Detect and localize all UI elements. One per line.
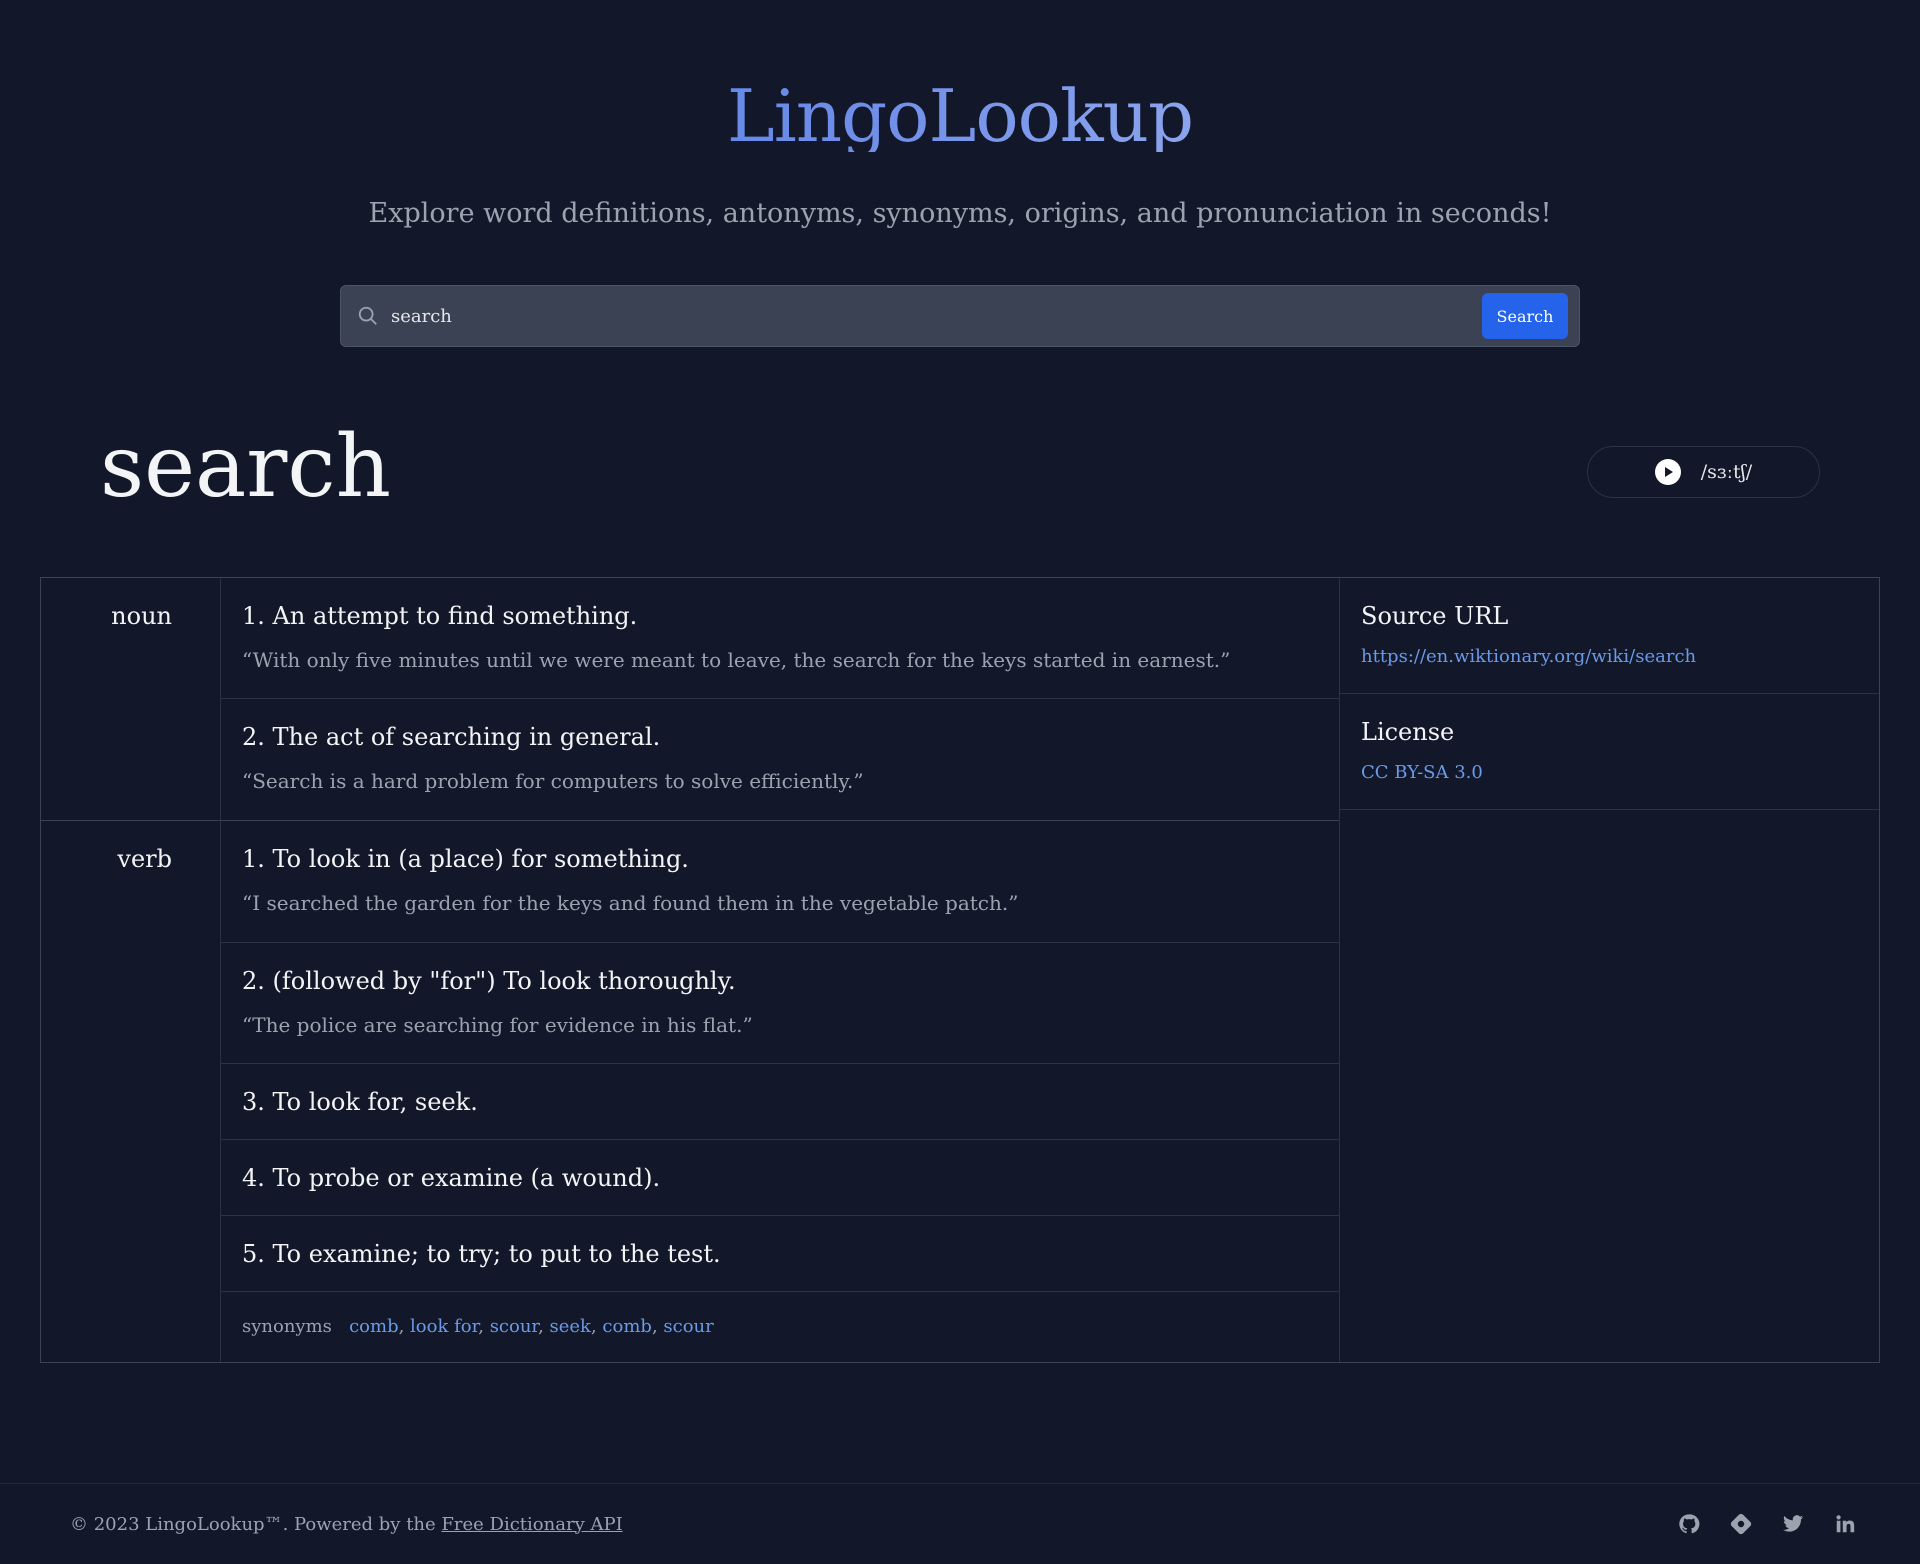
header: LingoLookup Explore word definitions, an… bbox=[0, 0, 1920, 229]
definition-text: 1. An attempt to find something. bbox=[242, 602, 638, 630]
pronunciation-button[interactable]: /sɜːtʃ/ bbox=[1587, 446, 1820, 498]
source-sidebar: Source URL https://en.wiktionary.org/wik… bbox=[1339, 578, 1879, 1362]
definition-row: 2. (followed by "for") To look thoroughl… bbox=[221, 943, 1339, 1064]
search-button[interactable]: Search bbox=[1482, 293, 1568, 339]
definition-row: 3. To look for, seek. bbox=[221, 1064, 1339, 1140]
definition-text: 4. To probe or examine (a wound). bbox=[242, 1164, 661, 1192]
definition-text: 2. (followed by "for") To look thoroughl… bbox=[242, 967, 736, 995]
word-title: search bbox=[100, 417, 391, 517]
source-block: Source URL https://en.wiktionary.org/wik… bbox=[1340, 578, 1879, 694]
synonym-link[interactable]: scour bbox=[490, 1316, 538, 1337]
search-bar: Search bbox=[340, 285, 1580, 347]
source-title: Source URL bbox=[1361, 602, 1509, 630]
footer: © 2023 LingoLookup™. Powered by the Free… bbox=[0, 1483, 1920, 1564]
definitions-panel: noun 1. An attempt to find something. “W… bbox=[40, 577, 1880, 1363]
definition-text: 5. To examine; to try; to put to the tes… bbox=[242, 1240, 721, 1268]
definition-text: 2. The act of searching in general. bbox=[242, 723, 661, 751]
license-title: License bbox=[1361, 718, 1455, 746]
synonym-link[interactable]: scour bbox=[663, 1316, 713, 1337]
part-of-speech: noun bbox=[111, 602, 172, 630]
twitter-icon[interactable] bbox=[1782, 1513, 1804, 1535]
social-links bbox=[1678, 1513, 1856, 1535]
synonym-link[interactable]: comb bbox=[602, 1316, 652, 1337]
pos-cell-noun: noun bbox=[41, 578, 221, 821]
noun-definitions: 1. An attempt to find something. “With o… bbox=[221, 578, 1339, 821]
verb-definitions: 1. To look in (a place) for something. “… bbox=[221, 821, 1339, 1362]
copyright: © 2023 LingoLookup™. Powered by the bbox=[70, 1513, 436, 1535]
license-block: License CC BY-SA 3.0 bbox=[1340, 694, 1879, 810]
definition-example: “The police are searching for evidence i… bbox=[242, 1013, 753, 1037]
source-url-link[interactable]: https://en.wiktionary.org/wiki/search bbox=[1361, 646, 1858, 667]
definition-example: “With only five minutes until we were me… bbox=[242, 648, 1231, 672]
app-logo[interactable]: LingoLookup bbox=[0, 80, 1920, 152]
synonyms-row: synonyms comb, look for, scour, seek, co… bbox=[242, 1316, 714, 1337]
footer-text: © 2023 LingoLookup™. Powered by the Free… bbox=[70, 1514, 623, 1535]
api-link[interactable]: Free Dictionary API bbox=[441, 1514, 622, 1535]
hashnode-icon[interactable] bbox=[1730, 1513, 1752, 1535]
search-icon bbox=[358, 306, 377, 325]
definition-text: 1. To look in (a place) for something. bbox=[242, 845, 689, 873]
definition-row: 1. To look in (a place) for something. “… bbox=[221, 821, 1339, 943]
license-link[interactable]: CC BY-SA 3.0 bbox=[1361, 762, 1858, 783]
play-icon[interactable] bbox=[1654, 459, 1681, 485]
definition-row: 5. To examine; to try; to put to the tes… bbox=[221, 1216, 1339, 1292]
synonym-link[interactable]: comb bbox=[349, 1316, 399, 1337]
tagline: Explore word definitions, antonyms, syno… bbox=[368, 198, 1552, 229]
pos-cell-verb: verb bbox=[41, 821, 221, 1362]
github-icon[interactable] bbox=[1678, 1513, 1700, 1535]
linkedin-icon[interactable] bbox=[1834, 1513, 1856, 1535]
part-of-speech: verb bbox=[117, 845, 172, 873]
synonym-link[interactable]: look for bbox=[410, 1316, 478, 1337]
definition-row: 4. To probe or examine (a wound). bbox=[221, 1140, 1339, 1216]
definition-text: 3. To look for, seek. bbox=[242, 1088, 478, 1116]
synonyms-label: synonyms bbox=[242, 1316, 332, 1337]
synonym-link[interactable]: seek bbox=[550, 1316, 591, 1337]
definition-example: “Search is a hard problem for computers … bbox=[242, 769, 864, 793]
phonetic-text: /sɜːtʃ/ bbox=[1700, 461, 1753, 483]
search-input[interactable] bbox=[379, 286, 1482, 346]
definition-row: 2. The act of searching in general. “Sea… bbox=[221, 699, 1339, 820]
definition-example: “I searched the garden for the keys and … bbox=[242, 891, 1019, 915]
definition-row: 1. An attempt to find something. “With o… bbox=[221, 578, 1339, 699]
